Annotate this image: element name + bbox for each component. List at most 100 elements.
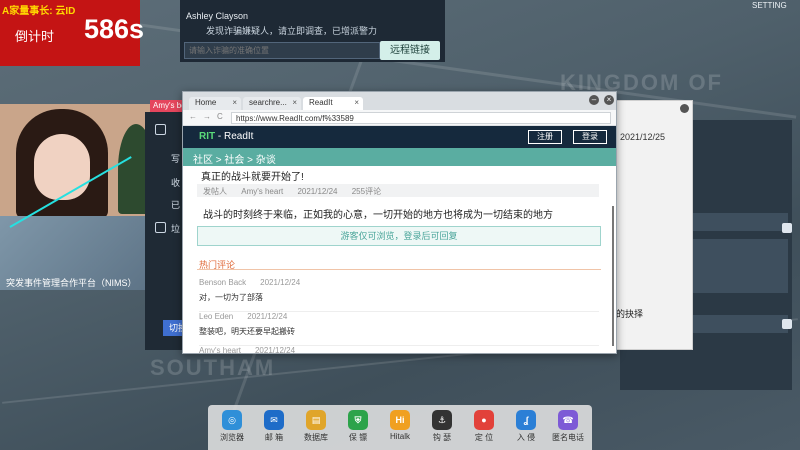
reload-icon[interactable]: C — [217, 112, 223, 121]
countdown-value: 586s — [84, 14, 145, 44]
city-caption: 突发事件管理合作平台（NIMS） — [6, 278, 137, 288]
tab-strip: Home × searchre... × ReadIt × – × — [183, 92, 616, 110]
mail-icon: ✉ — [264, 410, 284, 430]
dock-item-mail[interactable]: ✉ 邮 箱 — [254, 408, 294, 443]
comment-text: 对，一切为了部落 — [199, 293, 263, 302]
meta-label: 发帖人 — [203, 187, 227, 196]
countdown-panel: A家量事长: 云ID 倒计时 586s — [0, 0, 144, 66]
expand-icon[interactable] — [782, 223, 792, 233]
readit-logo[interactable]: RIT - ReadIt — [199, 131, 253, 142]
post-body: 战斗的时刻终于来临，正如我的心意，一切开始的地方也将成为一切结束的地方 — [203, 210, 553, 221]
dispatch-message: 发现诈骗嫌疑人，请立即调查，已增派警力 — [206, 26, 378, 36]
comment-item: Benson Back 2021/12/24 对，一切为了部落 — [199, 278, 599, 312]
countdown-label: 倒计时 — [15, 29, 55, 44]
logo-mark: RIT — [199, 131, 216, 142]
sidebar-item-sent[interactable]: 已 — [171, 198, 180, 211]
dock-item-hook[interactable]: ⚓ 钩 瑟 — [422, 408, 462, 443]
city-thumbnail: 突发事件管理合作平台（NIMS） — [0, 156, 145, 290]
back-window: 2021/12/25 的抉择 — [615, 100, 693, 350]
comment-item: Amy's heart 2021/12/24 — [199, 346, 599, 354]
close-icon[interactable] — [680, 104, 689, 113]
dock-item-locate[interactable]: ● 定 位 — [464, 408, 504, 443]
remote-link-button[interactable]: 远程链接 — [380, 41, 440, 60]
post-title: 真正的战斗就要开始了! — [201, 172, 304, 183]
dock-item-hitalk[interactable]: Hi Hitalk — [380, 408, 420, 441]
forward-icon[interactable]: → — [203, 112, 211, 121]
comment-date: 2021/12/24 — [247, 312, 288, 321]
breadcrumb[interactable]: 社区 > 社会 > 杂谈 — [183, 148, 616, 166]
nav-bar: ← → C https://www.ReadIt.com/f%33589 — [183, 110, 616, 126]
comment-user[interactable]: Amy's heart — [199, 346, 241, 353]
chat-icon: Hi — [390, 410, 410, 430]
dock: ◎ 浏览器 ✉ 邮 箱 ▤ 数据库 ⛨ 保 镖 Hi Hitalk ⚓ 钩 瑟 … — [208, 405, 592, 450]
comment-date: 2021/12/24 — [254, 346, 296, 354]
dock-item-bodyguard[interactable]: ⛨ 保 镖 — [338, 408, 378, 443]
pin-icon: ● — [474, 410, 494, 430]
sidebar-item-inbox[interactable]: 收 — [171, 176, 180, 189]
site-header: RIT - ReadIt 注册 登录 — [183, 126, 616, 148]
minimize-icon[interactable]: – — [589, 95, 599, 105]
back-icon[interactable]: ← — [189, 112, 197, 121]
dock-label: 数据库 — [304, 433, 328, 442]
scrollbar[interactable] — [612, 206, 614, 346]
back-window-date: 2021/12/25 — [620, 132, 666, 142]
streamer-face — [34, 134, 90, 200]
close-icon[interactable]: × — [604, 95, 614, 105]
post-author[interactable]: Amy's heart — [241, 187, 283, 196]
tab-label: ReadIt — [309, 98, 333, 107]
back-window-text: 的抉择 — [616, 309, 644, 319]
dock-label: 保 镖 — [348, 433, 368, 442]
register-button[interactable]: 注册 — [528, 130, 562, 144]
sidebar-item-write[interactable]: 写 — [171, 152, 180, 165]
globe-icon: ◎ — [222, 410, 242, 430]
dock-label: 钩 瑟 — [432, 433, 452, 442]
trash-icon — [155, 222, 166, 233]
tab-search[interactable]: searchre... × — [243, 97, 301, 110]
dock-label: Hitalk — [389, 432, 410, 441]
address-bar[interactable]: https://www.ReadIt.com/f%33589 — [231, 112, 611, 124]
comment-item: Leo Eden 2021/12/24 整装吧，明天还要早起搬砖 — [199, 312, 599, 346]
comment-count: 255评论 — [351, 187, 382, 196]
post-date: 2021/12/24 — [297, 187, 338, 196]
tab-label: Home — [195, 98, 217, 107]
comment-user[interactable]: Benson Back — [199, 278, 246, 287]
dock-label: 入 侵 — [516, 433, 536, 442]
webcam-feed — [0, 104, 155, 216]
phone-icon: ☎ — [558, 410, 578, 430]
close-icon[interactable]: × — [232, 98, 237, 107]
close-icon[interactable]: × — [292, 98, 297, 107]
logo-name: - ReadIt — [217, 131, 254, 142]
dock-item-browser[interactable]: ◎ 浏览器 — [212, 408, 252, 443]
dock-label: 浏览器 — [220, 433, 244, 442]
dock-label: 定 位 — [474, 433, 494, 442]
shield-icon: ⛨ — [348, 410, 368, 430]
map-watermark: SOUTHAM — [150, 355, 276, 380]
sender-name: Ashley Clayson — [186, 11, 249, 21]
comment-user[interactable]: Leo Eden — [199, 312, 233, 321]
tab-readit[interactable]: ReadIt × — [303, 97, 363, 110]
dock-item-database[interactable]: ▤ 数据库 — [296, 408, 336, 443]
comment-date: 2021/12/24 — [260, 278, 301, 287]
hook2-icon: ʆ — [516, 410, 536, 430]
dock-item-anon-call[interactable]: ☎ 匿名电话 — [548, 408, 588, 443]
dock-label: 邮 箱 — [264, 433, 284, 442]
post-meta: 发帖人 Amy's heart 2021/12/24 255评论 — [197, 184, 599, 197]
mail-icon — [155, 124, 166, 135]
tab-label: searchre... — [249, 98, 287, 107]
sidebar-item-trash[interactable]: 垃 — [171, 222, 180, 235]
expand-icon[interactable] — [782, 319, 792, 329]
guest-notice[interactable]: 游客仅可浏览，登录后可回复 — [197, 226, 601, 246]
login-button[interactable]: 登录 — [573, 130, 607, 144]
hook-icon: ⚓ — [432, 410, 452, 430]
database-icon: ▤ — [306, 410, 326, 430]
tab-home[interactable]: Home × — [189, 97, 241, 110]
divider — [197, 269, 601, 270]
browser-window: Home × searchre... × ReadIt × – × ← → C htt… — [182, 91, 617, 354]
comment-text: 整装吧，明天还要早起搬砖 — [199, 327, 295, 336]
dock-item-intrude[interactable]: ʆ 入 侵 — [506, 408, 546, 443]
dock-label: 匿名电话 — [552, 433, 584, 442]
close-icon[interactable]: × — [354, 98, 359, 107]
countdown-title: A家量事长: 云ID — [2, 6, 76, 17]
settings-button[interactable]: SETTING — [752, 1, 787, 10]
location-input[interactable] — [184, 42, 380, 59]
